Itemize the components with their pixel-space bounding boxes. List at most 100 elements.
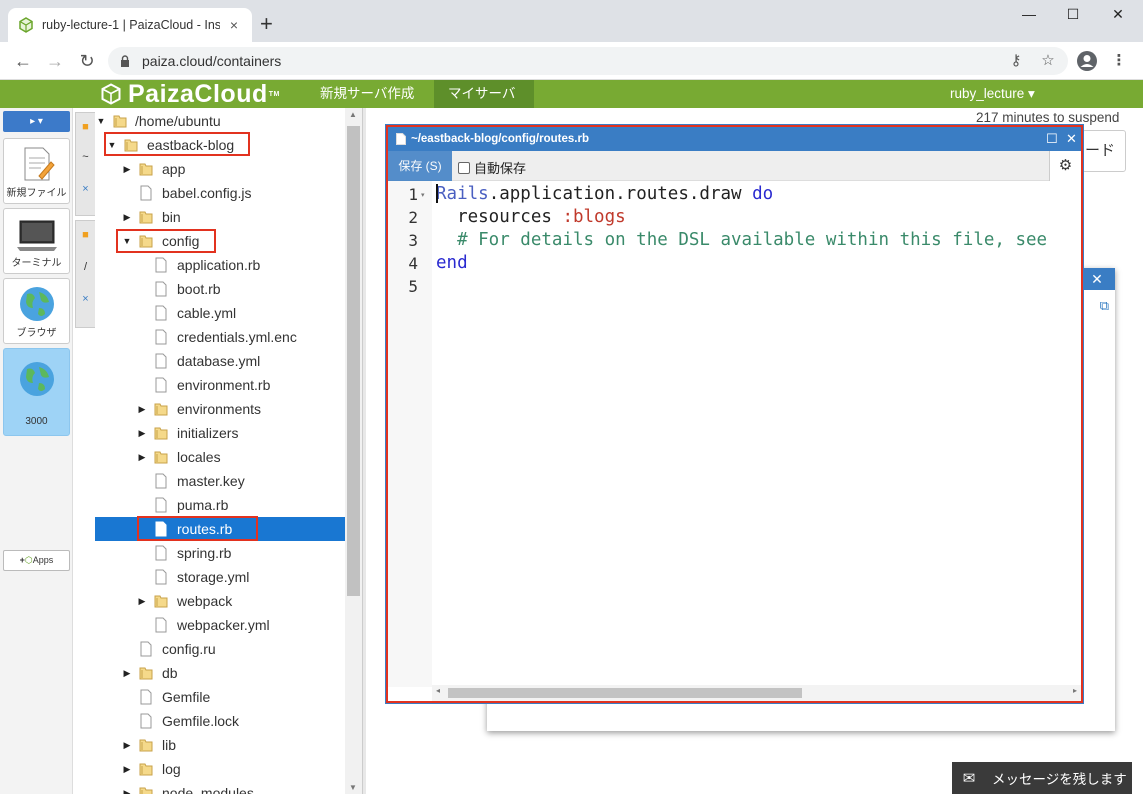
- file-tree-scroll-thumb[interactable]: [347, 126, 360, 596]
- collapse-arrow-icon[interactable]: ▶: [137, 596, 147, 607]
- paiza-logo[interactable]: PaizaCloud TM: [100, 80, 280, 108]
- editor-titlebar[interactable]: ~/eastback-blog/config/routes.rb ☐ ✕: [388, 127, 1081, 151]
- new-file-tile[interactable]: 新規ファイル: [3, 138, 70, 204]
- autosave-checkbox[interactable]: [458, 161, 470, 174]
- panel-divider[interactable]: [362, 108, 366, 794]
- tree-file[interactable]: config.ru: [95, 637, 345, 661]
- address-bar[interactable]: paiza.cloud/containers: [108, 47, 1068, 75]
- tree-folder[interactable]: ▶ environments: [95, 397, 345, 421]
- nav-new-server[interactable]: 新規サーバ作成: [306, 80, 428, 108]
- doc-tab-2[interactable]: ■ / ×: [75, 220, 95, 328]
- collapse-arrow-icon[interactable]: ▶: [137, 404, 147, 415]
- tree-folder[interactable]: ▶ db: [95, 661, 345, 685]
- expand-arrow-icon[interactable]: ▼: [96, 116, 106, 126]
- tree-folder[interactable]: ▶ node_modules: [95, 781, 345, 794]
- tree-folder[interactable]: ▶ locales: [95, 445, 345, 469]
- fold-arrow-icon[interactable]: ▾: [421, 191, 425, 199]
- tree-file[interactable]: master.key: [95, 469, 345, 493]
- key-icon[interactable]: ⚷: [1005, 50, 1027, 72]
- editor-horizontal-scrollbar[interactable]: ◂ ▸: [432, 685, 1081, 701]
- collapse-arrow-icon[interactable]: ▶: [137, 452, 147, 463]
- tree-file[interactable]: Gemfile.lock: [95, 709, 345, 733]
- collapse-arrow-icon[interactable]: ▶: [122, 788, 132, 794]
- scroll-up-arrow-icon[interactable]: ▲: [349, 110, 357, 119]
- scroll-right-arrow-icon[interactable]: ▸: [1073, 686, 1077, 695]
- tree-file[interactable]: storage.yml: [95, 565, 345, 589]
- code-area[interactable]: Rails.application.routes.draw do resourc…: [436, 181, 1081, 687]
- new-tab-button[interactable]: +: [260, 13, 273, 35]
- nav-my-server[interactable]: マイサーバ: [434, 80, 534, 108]
- tree-folder[interactable]: ▶ webpack: [95, 589, 345, 613]
- collapse-arrow-icon[interactable]: ▶: [122, 164, 132, 175]
- tree-file[interactable]: credentials.yml.enc: [95, 325, 345, 349]
- terminal-icon: [16, 220, 57, 251]
- highlight-routes-rb: [137, 516, 258, 541]
- folder-icon: [154, 593, 168, 609]
- profile-avatar-icon[interactable]: [1076, 50, 1098, 72]
- folder-icon: [154, 401, 168, 417]
- tree-file[interactable]: spring.rb: [95, 541, 345, 565]
- browser-tab[interactable]: ruby-lecture-1 | PaizaCloud - Inst ×: [8, 8, 252, 42]
- background-button[interactable]: ード: [1082, 130, 1126, 172]
- tree-file[interactable]: puma.rb: [95, 493, 345, 517]
- browser-tab-bar: ruby-lecture-1 | PaizaCloud - Inst × + —…: [0, 0, 1143, 42]
- tree-file[interactable]: database.yml: [95, 349, 345, 373]
- menu-kebab-icon[interactable]: ⋮: [1108, 50, 1130, 72]
- tree-item-label: locales: [177, 449, 221, 465]
- tree-folder[interactable]: ▶ initializers: [95, 421, 345, 445]
- minimize-button[interactable]: —: [1019, 6, 1039, 22]
- collapse-arrow-icon[interactable]: ▶: [122, 212, 132, 223]
- code-line-3: # For details on the DSL available withi…: [436, 230, 1048, 250]
- doc-tab-1[interactable]: ■ ~ ×: [75, 112, 95, 216]
- star-icon[interactable]: ☆: [1037, 50, 1059, 72]
- terminal-tile[interactable]: ターミナル: [3, 208, 70, 274]
- tree-root[interactable]: ▼ /home/ubuntu: [95, 109, 345, 133]
- back-arrow-icon[interactable]: ←: [12, 50, 34, 72]
- leave-message-button[interactable]: ✉ メッセージを残します: [952, 762, 1132, 794]
- tab-close-icon[interactable]: ×: [226, 17, 242, 33]
- tree-file[interactable]: webpacker.yml: [95, 613, 345, 637]
- gear-icon[interactable]: ⚙: [1049, 151, 1081, 181]
- file-icon: [154, 473, 168, 489]
- autosave-toggle[interactable]: 自動保存: [458, 158, 526, 177]
- tree-file[interactable]: babel.config.js: [95, 181, 345, 205]
- browser-tile[interactable]: ブラウザ: [3, 278, 70, 344]
- user-menu[interactable]: ruby_lecture ▾: [950, 80, 1035, 108]
- collapse-arrow-icon[interactable]: ▶: [122, 668, 132, 679]
- save-button[interactable]: 保存 (S): [388, 151, 452, 181]
- external-link-icon[interactable]: ⧉: [1100, 298, 1109, 314]
- tree-item-label: environment.rb: [177, 377, 271, 393]
- tree-item-label: credentials.yml.enc: [177, 329, 297, 345]
- tree-folder[interactable]: ▶ app: [95, 157, 345, 181]
- paiza-cube-icon: [101, 83, 121, 105]
- launcher-dropdown-button[interactable]: ▸ ▾: [3, 111, 70, 132]
- collapse-arrow-icon[interactable]: ▶: [122, 764, 132, 775]
- maximize-button[interactable]: ☐: [1063, 6, 1083, 23]
- tree-file[interactable]: Gemfile: [95, 685, 345, 709]
- reload-icon[interactable]: ↻: [76, 50, 98, 72]
- tree-file[interactable]: boot.rb: [95, 277, 345, 301]
- forward-arrow-icon[interactable]: →: [44, 50, 66, 72]
- bg-window-close-icon[interactable]: ✕: [1079, 268, 1115, 290]
- tree-file[interactable]: cable.yml: [95, 301, 345, 325]
- tab-close-icon[interactable]: ×: [76, 183, 95, 195]
- launcher-panel: ▸ ▾ 新規ファイル ターミナル ブラウザ 3000 +⬡Apps: [0, 108, 73, 794]
- tab-close-icon[interactable]: ×: [76, 293, 95, 305]
- scroll-left-arrow-icon[interactable]: ◂: [436, 686, 440, 695]
- tree-folder[interactable]: ▶ bin: [95, 205, 345, 229]
- editor-close-icon[interactable]: ✕: [1066, 127, 1077, 151]
- tree-file[interactable]: environment.rb: [95, 373, 345, 397]
- port-3000-tile[interactable]: 3000: [3, 348, 70, 436]
- editor-maximize-icon[interactable]: ☐: [1046, 127, 1058, 151]
- tree-folder[interactable]: ▶ log: [95, 757, 345, 781]
- file-icon: [154, 617, 168, 633]
- close-window-button[interactable]: ✕: [1108, 6, 1128, 23]
- editor-scroll-thumb[interactable]: [448, 688, 802, 698]
- collapse-arrow-icon[interactable]: ▶: [137, 428, 147, 439]
- tree-folder[interactable]: ▶ lib: [95, 733, 345, 757]
- file-icon: [139, 713, 153, 729]
- apps-button[interactable]: +⬡Apps: [3, 550, 70, 571]
- collapse-arrow-icon[interactable]: ▶: [122, 740, 132, 751]
- scroll-down-arrow-icon[interactable]: ▼: [349, 783, 357, 792]
- tree-file[interactable]: application.rb: [95, 253, 345, 277]
